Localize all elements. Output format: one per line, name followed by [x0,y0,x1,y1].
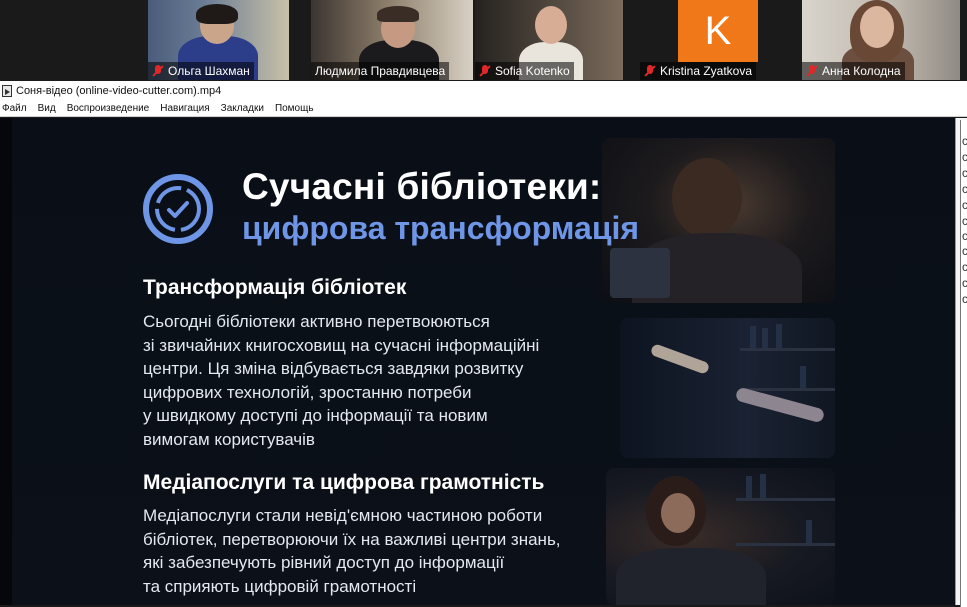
name-bar: Людмила Правдивцева [311,62,450,80]
side-panel[interactable]: C C C C C C C C C C C [955,118,967,607]
participant-tile-kristina[interactable]: K Kristina Zyatkova [640,0,800,80]
participant-tile-lyudmila[interactable]: Людмила Правдивцева [311,0,473,80]
text-line: у швидкому доступі до інформації та нови… [143,406,488,425]
mic-muted-icon [806,65,818,77]
side-list-item[interactable]: C [962,170,967,181]
participant-face [860,6,894,48]
slide-title: Сучасні бібліотеки: [242,166,602,207]
text-line: зі звичайних книгосховищ на сучасні інфо… [143,335,540,355]
photo-laptop [610,248,670,298]
menu-playback[interactable]: Воспроизведение [67,103,150,114]
participant-name: Людмила Правдивцева [315,64,446,78]
side-list-item[interactable]: C [962,154,967,165]
side-list-item-selected[interactable]: C [962,233,967,244]
section-text-transformation: Сьогодні бібліотеки активно перетвоюютьс… [143,310,539,451]
text-line: та сприяють цифровій грамотності [143,576,417,596]
avatar: K [678,0,758,62]
video-stage[interactable]: Сучасні бібліотеки: цифрова трансформаці… [0,118,955,605]
check-badge-icon [143,174,213,244]
text-line: вимогам користувачів [143,429,315,449]
slide-photo-hands-reaching [620,318,835,458]
photo-face [661,493,695,533]
participant-tile-anna[interactable]: Анна Колодна [802,0,960,80]
text-line: цифрових технологій, зростанню потреби [143,382,472,402]
text-line: які забезпечують рівний доступ до інформ… [143,553,505,572]
player-window-title: Соня-відео (online-video-cutter.com).mp4 [16,84,222,97]
photo-head [672,158,742,238]
participant-name: Ольга Шахман [168,64,250,78]
participants-strip: Ольга Шахман Людмила Правдивцева Sofia K… [0,0,967,81]
text-line: центри. Ця зміна відбувається завдяки ро… [143,359,524,378]
participant-name: Sofia Kotenko [495,64,570,78]
participant-name: Kristina Zyatkova [660,64,753,78]
name-bar: Анна Колодна [802,62,905,80]
presentation-slide: Сучасні бібліотеки: цифрова трансформаці… [12,118,955,605]
side-list-item[interactable]: C [962,264,967,275]
mic-muted-icon [479,65,491,77]
participant-tile-olga[interactable]: Ольга Шахман [148,0,289,80]
section-text-media: Медіапослуги стали невід'ємною частиною … [143,504,561,598]
name-bar: Kristina Zyatkova [640,62,757,80]
photo-body [616,548,766,605]
side-list-item[interactable]: C [962,296,967,307]
player-title-bar: Соня-відео (online-video-cutter.com).mp4 [0,81,967,100]
avatar-letter: K [704,8,732,53]
photo-hand-left [649,343,711,375]
side-list-item[interactable]: C [962,202,967,213]
side-list-item[interactable]: C [962,248,967,259]
photo-hand-right [734,386,826,424]
slide-photo-woman-reading [606,468,835,605]
player-menubar: Файл Вид Воспроизведение Навигация Закла… [0,100,967,117]
participant-hair [377,6,419,22]
text-line: Сьогодні бібліотеки активно перетвоюютьс… [143,312,490,331]
menu-bookmarks[interactable]: Закладки [221,103,264,114]
side-list-item[interactable]: C [962,218,967,229]
participant-hair [196,4,238,24]
name-bar: Ольга Шахман [148,62,254,80]
participant-face [535,6,567,44]
slide-subtitle: цифрова трансформація [242,210,640,246]
menu-navigation[interactable]: Навигация [160,103,209,114]
text-line: бібліотек, перетворюючи їх на важливі це… [143,529,561,549]
mic-muted-icon [152,65,164,77]
menu-help[interactable]: Помощь [275,103,314,114]
media-player-icon [2,84,12,97]
participant-tile-sofia[interactable]: Sofia Kotenko [475,0,623,80]
section-heading-transformation: Трансформація бібліотек [143,276,407,299]
side-list-item[interactable]: C [962,138,967,149]
name-bar: Sofia Kotenko [475,62,574,80]
mic-muted-icon [644,65,656,77]
section-heading-media: Медіапослуги та цифрова грамотність [143,471,545,494]
menu-view[interactable]: Вид [38,103,56,114]
side-list-item[interactable]: C [962,280,967,291]
participant-name: Анна Колодна [822,64,901,78]
text-line: Медіапослуги стали невід'ємною частиною … [143,506,543,525]
menu-file[interactable]: Файл [2,103,27,114]
side-list-item[interactable]: C [962,186,967,197]
